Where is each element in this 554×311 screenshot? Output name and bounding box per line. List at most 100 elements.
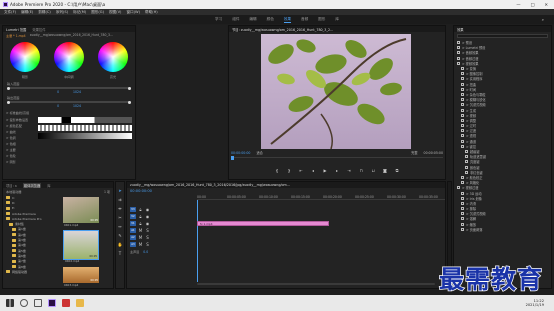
menu-edit[interactable]: 编辑(E) [21, 10, 33, 15]
section-primary[interactable]: > 主要 [6, 147, 36, 152]
lock-icon[interactable]: 🔒︎ [138, 207, 143, 212]
go-to-out-icon[interactable]: ⇥ [347, 168, 352, 173]
timeline-scrollbar[interactable] [197, 283, 435, 285]
source-label[interactable]: 主要 * 1.mp4 [6, 33, 26, 38]
menu-sequence[interactable]: 序列(S) [56, 10, 68, 15]
curve-strip-1[interactable] [38, 117, 132, 123]
lock-icon[interactable]: 🔒︎ [138, 214, 143, 219]
track-target[interactable]: A2 [130, 235, 136, 240]
output-range-slider[interactable] [7, 100, 131, 104]
track-target[interactable]: V1 [130, 221, 136, 226]
media-thumbnail[interactable]: 0401.mp4 00:05 [63, 197, 99, 227]
slip-tool-icon[interactable]: ↔ [118, 224, 121, 229]
eye-icon[interactable]: ◉ [145, 214, 150, 219]
playhead[interactable] [197, 200, 198, 282]
pen-tool-icon[interactable]: ✎ [118, 233, 121, 238]
sequence-tab[interactable]: zuodiy__mg/wosuowng/om_2016_2016_Hunt_78… [130, 183, 290, 187]
search-icon[interactable] [20, 299, 28, 307]
solo-icon[interactable]: S [145, 228, 150, 233]
minimize-button[interactable]: — [516, 2, 520, 7]
selection-tool-icon[interactable]: ➤ [118, 188, 121, 193]
tab-lumetri-scopes[interactable]: Lumetri 范围 [6, 27, 26, 32]
shadows-wheel[interactable] [10, 42, 40, 72]
quality-dropdown[interactable]: 完整 [411, 150, 417, 155]
overwrite-icon[interactable]: ⊔ [371, 168, 376, 173]
track-target[interactable]: V3 [130, 207, 136, 212]
insert-icon[interactable]: ⊓ [359, 168, 364, 173]
workspace-learn[interactable]: 学习 [215, 17, 222, 22]
mark-in-icon[interactable]: ❴ [275, 168, 280, 173]
input-range-min[interactable]: 0 [57, 90, 59, 94]
tab-libraries[interactable]: 库 [47, 183, 50, 188]
tab-media-browser[interactable]: 媒体浏览器 [22, 182, 42, 188]
premiere-taskbar-icon[interactable] [48, 299, 56, 307]
timeline-timecode[interactable]: 00:00:00:00 [130, 189, 152, 193]
system-clock[interactable]: 11:22 2021/1/19 [526, 299, 554, 307]
eye-icon[interactable]: ◉ [145, 207, 150, 212]
section-hue[interactable]: > 色相 [6, 141, 36, 146]
curve-strip-2[interactable] [38, 125, 132, 131]
media-thumbnail[interactable]: 0402.mp4 00:05 [63, 230, 99, 263]
program-monitor-title[interactable]: 节目: zuodiy__mg/wosuowng/om_2016_2016_Hun… [232, 27, 333, 32]
step-forward-icon[interactable]: ▸ [335, 168, 340, 173]
tree-item[interactable]: 网络驱动器 [6, 269, 51, 274]
compare-icon[interactable]: ⧉ [395, 168, 400, 173]
menu-graphics[interactable]: 图形(G) [91, 10, 104, 15]
fit-dropdown[interactable]: 适合 [256, 150, 262, 155]
track-target[interactable]: V2 [130, 214, 136, 219]
midtones-wheel[interactable] [54, 42, 84, 72]
task-view-icon[interactable] [34, 299, 42, 307]
section-color-match[interactable]: > 颜色匹配 [6, 123, 36, 128]
mute-icon[interactable]: M [138, 235, 143, 240]
program-scrubber[interactable] [231, 155, 443, 160]
workspace-color[interactable]: 颜色 [267, 17, 274, 22]
tab-effect-controls[interactable]: 效果控件 [32, 27, 45, 32]
input-range-max[interactable]: 1024 [73, 90, 81, 94]
section-wheels[interactable]: > 色轮 [6, 153, 36, 158]
track-select-tool-icon[interactable]: ⇉ [118, 197, 121, 202]
output-range-min[interactable]: 0 [57, 104, 59, 108]
menu-help[interactable]: 帮助(H) [145, 10, 158, 15]
media-thumbnail[interactable]: 0403.mp4 00:05 [63, 267, 99, 287]
go-to-in-icon[interactable]: ⇤ [299, 168, 304, 173]
section-curves[interactable]: > 曲线 [6, 129, 36, 134]
windows-start-icon[interactable] [6, 299, 14, 307]
video-clip[interactable]: fx 1.mp4 [197, 221, 329, 226]
workspace-libraries[interactable]: 库 [335, 17, 339, 22]
hand-tool-icon[interactable]: ✋ [118, 242, 123, 247]
app-taskbar-icon[interactable] [62, 299, 70, 307]
curves-section-label[interactable]: > 标准曲线/高级 [3, 108, 135, 117]
track-target[interactable]: A1 [130, 228, 136, 233]
workspace-editing[interactable]: 编辑 [249, 17, 256, 22]
mute-icon[interactable]: M [138, 228, 143, 233]
mark-out-icon[interactable]: ❵ [287, 168, 292, 173]
menu-marker[interactable]: 标记(M) [73, 10, 86, 15]
program-timecode[interactable]: 00:00:00:00 [231, 151, 250, 155]
razor-tool-icon[interactable]: ✂ [118, 215, 121, 220]
workspace-effects[interactable]: 效果 [283, 17, 291, 23]
close-button[interactable]: ✕ [544, 2, 548, 7]
menu-window[interactable]: 窗口(W) [126, 10, 140, 15]
menu-view[interactable]: 视图(V) [109, 10, 121, 15]
section-shadows[interactable]: > 阴影 [6, 159, 36, 164]
explorer-taskbar-icon[interactable] [76, 299, 84, 307]
curve-strip-3[interactable] [38, 133, 132, 139]
tab-project[interactable]: 项目: a [6, 183, 17, 188]
maximize-button[interactable]: □ [531, 2, 535, 7]
mute-icon[interactable]: M [138, 242, 143, 247]
ripple-edit-tool-icon[interactable]: ⇹ [118, 206, 121, 211]
input-range-slider[interactable] [7, 86, 131, 90]
search-icon[interactable]: ⌕ [542, 17, 544, 22]
menu-file[interactable]: 文件(F) [4, 10, 16, 15]
eye-icon[interactable]: ◉ [145, 221, 150, 226]
type-tool-icon[interactable]: T [119, 251, 121, 256]
highlights-wheel[interactable] [98, 42, 128, 72]
master-value[interactable]: 0.0 [143, 250, 148, 254]
effects-item[interactable]: > 页面剥落 [457, 227, 551, 232]
section-vignette[interactable]: > 晕影参数设置 [6, 117, 36, 122]
time-ruler[interactable]: 00:00 00:00:05:00 00:00:10:00 00:00:15:0… [197, 194, 445, 200]
step-back-icon[interactable]: ◂ [311, 168, 316, 173]
workspace-assembly[interactable]: 组件 [232, 17, 239, 22]
workspace-graphics[interactable]: 图形 [318, 17, 325, 22]
lock-icon[interactable]: 🔒︎ [138, 221, 143, 226]
